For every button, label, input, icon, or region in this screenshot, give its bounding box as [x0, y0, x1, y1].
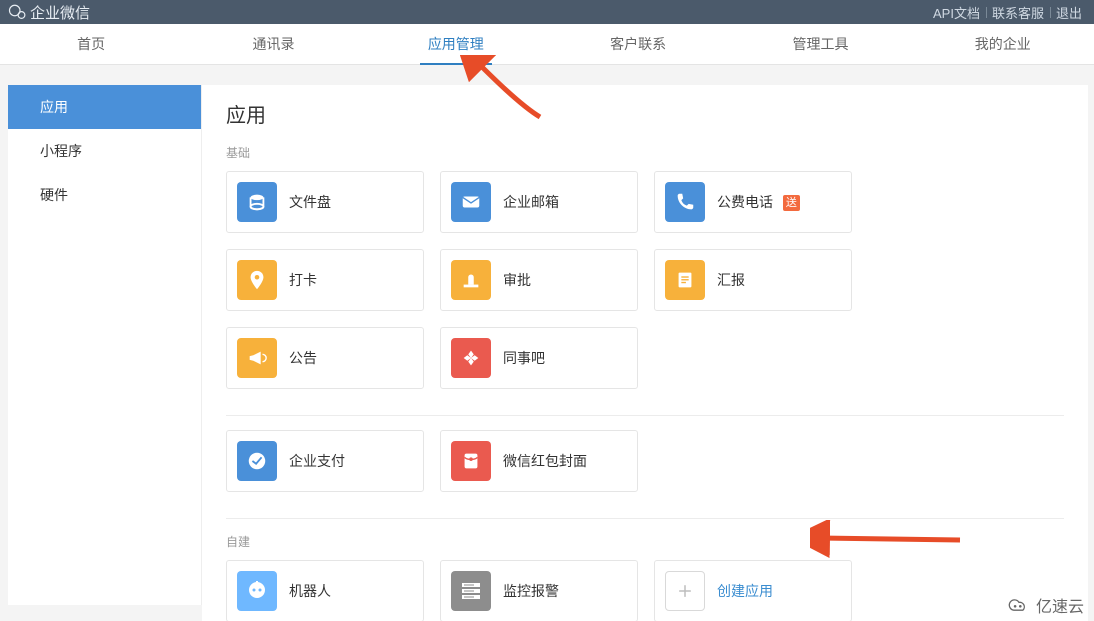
app-card-redpacket[interactable]: 微信红包封面	[440, 430, 638, 492]
nav-tools[interactable]: 管理工具	[729, 24, 911, 64]
app-card-mail[interactable]: 企业邮箱	[440, 171, 638, 233]
cloud-icon	[1006, 596, 1032, 614]
app-card-monitor[interactable]: 监控报警	[440, 560, 638, 621]
pay-icon	[237, 441, 277, 481]
main-area: 应用 小程序 硬件 应用 基础 文件盘 企业邮箱	[0, 65, 1094, 621]
link-contact-support[interactable]: 联系客服	[986, 3, 1050, 22]
nav-contacts[interactable]: 通讯录	[182, 24, 364, 64]
watermark-text: 亿速云	[1036, 593, 1084, 617]
app-card-phone[interactable]: 公费电话 送	[654, 171, 852, 233]
page-title: 应用	[226, 99, 1064, 128]
app-card-checkin[interactable]: 打卡	[226, 249, 424, 311]
nav-customer[interactable]: 客户联系	[547, 24, 729, 64]
red-packet-icon	[451, 441, 491, 481]
app-card-drive[interactable]: 文件盘	[226, 171, 424, 233]
sidebar-item-apps[interactable]: 应用	[8, 85, 201, 129]
sidebar-item-hardware[interactable]: 硬件	[8, 173, 201, 217]
app-name: 微信红包封面	[503, 451, 587, 471]
location-pin-icon	[237, 260, 277, 300]
app-name: 打卡	[289, 270, 317, 290]
app-card-pay[interactable]: 企业支付	[226, 430, 424, 492]
app-name: 同事吧	[503, 348, 545, 368]
watermark: 亿速云	[1006, 593, 1084, 617]
phone-icon	[665, 182, 705, 222]
app-name: 企业支付	[289, 451, 345, 471]
app-name: 机器人	[289, 581, 331, 601]
megaphone-icon	[237, 338, 277, 378]
nav-home[interactable]: 首页	[0, 24, 182, 64]
topbar: 企业微信 API文档 联系客服 退出	[0, 0, 1094, 24]
brand-name: 企业微信	[30, 2, 90, 23]
robot-icon	[237, 571, 277, 611]
section-label-custom: 自建	[226, 533, 1064, 550]
nav-my-org[interactable]: 我的企业	[912, 24, 1094, 64]
extra-apps-grid: 企业支付 微信红包封面	[226, 430, 1064, 492]
wechat-work-logo-icon	[8, 3, 26, 21]
app-card-announce[interactable]: 公告	[226, 327, 424, 389]
gift-badge: 送	[783, 195, 800, 211]
section-label-basic: 基础	[226, 144, 1064, 161]
divider	[226, 518, 1064, 519]
stamp-icon	[451, 260, 491, 300]
plus-icon	[665, 571, 705, 611]
main-nav: 首页 通讯录 应用管理 客户联系 管理工具 我的企业	[0, 24, 1094, 65]
app-card-robot[interactable]: 机器人	[226, 560, 424, 621]
app-card-colleague[interactable]: 同事吧	[440, 327, 638, 389]
drive-icon	[237, 182, 277, 222]
mail-icon	[451, 182, 491, 222]
app-name-wrap: 公费电话 送	[717, 192, 800, 212]
app-name: 汇报	[717, 270, 745, 290]
app-card-create[interactable]: 创建应用	[654, 560, 852, 621]
document-icon	[665, 260, 705, 300]
create-app-label: 创建应用	[717, 581, 773, 601]
nav-app-management[interactable]: 应用管理	[365, 24, 547, 64]
app-name: 审批	[503, 270, 531, 290]
sidebar: 应用 小程序 硬件	[8, 85, 202, 605]
app-name: 公费电话	[717, 194, 773, 210]
app-name: 文件盘	[289, 192, 331, 212]
app-name: 监控报警	[503, 581, 559, 601]
app-card-approval[interactable]: 审批	[440, 249, 638, 311]
app-name: 企业邮箱	[503, 192, 559, 212]
app-card-report[interactable]: 汇报	[654, 249, 852, 311]
people-icon	[451, 338, 491, 378]
sidebar-item-miniprograms[interactable]: 小程序	[8, 129, 201, 173]
link-logout[interactable]: 退出	[1050, 3, 1088, 22]
content: 应用 基础 文件盘 企业邮箱 公费电话	[202, 85, 1088, 621]
app-name: 公告	[289, 348, 317, 368]
link-api-docs[interactable]: API文档	[927, 3, 986, 22]
divider	[226, 415, 1064, 416]
server-icon	[451, 571, 491, 611]
custom-apps-grid: 机器人 监控报警 创建应用	[226, 560, 1064, 621]
basic-apps-grid: 文件盘 企业邮箱 公费电话 送	[226, 171, 1064, 389]
